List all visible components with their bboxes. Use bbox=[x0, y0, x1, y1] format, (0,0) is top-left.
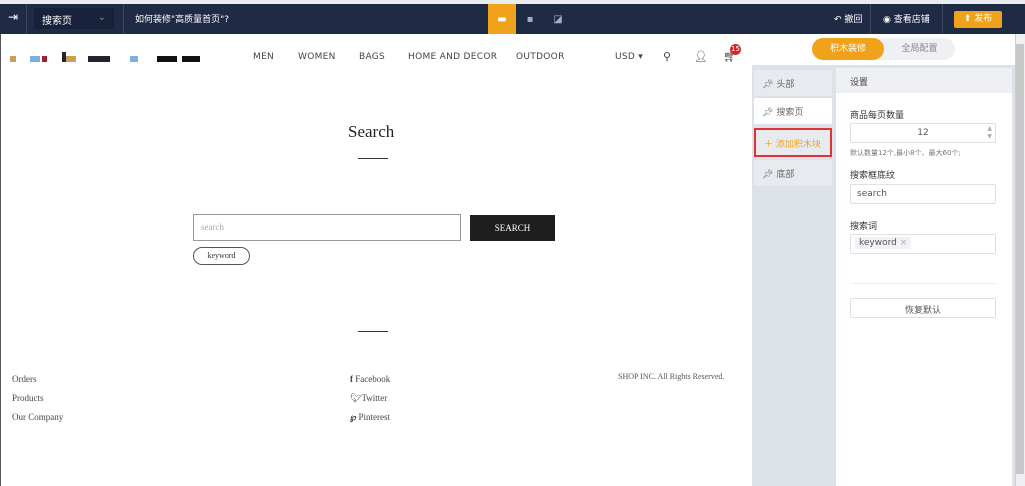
sidebar-item-header[interactable]: 📌︎ 头部 bbox=[754, 70, 832, 96]
undo-icon: ↶ bbox=[834, 15, 842, 25]
placeholder-input[interactable]: search bbox=[850, 184, 996, 204]
tablet-view-icon[interactable]: ▪ bbox=[516, 4, 544, 34]
search-button[interactable]: SEARCH bbox=[470, 215, 555, 241]
pin-icon: 📌︎ bbox=[762, 108, 774, 118]
per-page-value: 12 bbox=[917, 128, 929, 138]
footer-link-company[interactable]: Our Company bbox=[12, 412, 63, 422]
view-store-label: 查看店铺 bbox=[893, 15, 930, 25]
sidebar-label: 添加积木块 bbox=[775, 140, 821, 150]
twitter-label: Twitter bbox=[361, 393, 388, 403]
keywords-input[interactable]: keyword × bbox=[850, 234, 996, 254]
fullscreen-icon[interactable]: ◪ bbox=[544, 4, 572, 34]
divider bbox=[358, 158, 388, 159]
footer-link-orders[interactable]: Orders bbox=[12, 374, 37, 384]
keyword-chip: keyword × bbox=[855, 237, 912, 249]
publish-label: 发布 bbox=[974, 14, 993, 24]
facebook-label: Facebook bbox=[355, 374, 391, 384]
plus-icon: ＋ bbox=[764, 140, 774, 150]
pin-icon: 📌︎ bbox=[762, 170, 774, 180]
sidebar-label: 搜索页 bbox=[776, 108, 804, 118]
currency-value: USD bbox=[615, 52, 636, 62]
pinterest-label: Pinterest bbox=[358, 412, 391, 422]
twitter-icon: 🐦︎ bbox=[350, 393, 362, 403]
view-store-button[interactable]: ◉ 查看店铺 bbox=[883, 12, 930, 25]
per-page-hint: 默认数量12个,最小8个、最大60个; bbox=[850, 149, 961, 157]
placeholder-label: 搜索框底纹 bbox=[850, 171, 896, 181]
pinterest-icon: ℘ bbox=[350, 412, 357, 422]
page-select-value: 搜索页 bbox=[42, 16, 72, 27]
eye-icon: ◉ bbox=[883, 15, 891, 25]
upload-icon: ⬆ bbox=[963, 14, 972, 24]
keywords-label: 搜索词 bbox=[850, 222, 878, 232]
add-block-button[interactable]: ＋ 添加积木块 bbox=[754, 128, 832, 157]
copyright: SHOP INC. All Rights Reserved. bbox=[618, 372, 725, 381]
twitter-link[interactable]: 🐦︎Twitter bbox=[350, 393, 387, 404]
help-link[interactable]: 如何装修"高质量首页"? bbox=[135, 12, 229, 25]
pin-icon: 📌︎ bbox=[762, 80, 774, 90]
cart-count-badge: 15 bbox=[730, 44, 741, 55]
per-page-stepper[interactable]: 12 ▲ ▼ bbox=[850, 123, 996, 143]
keyword-tag[interactable]: keyword bbox=[193, 247, 250, 265]
facebook-icon: f bbox=[350, 374, 353, 384]
keyword-chip-label: keyword bbox=[859, 238, 897, 248]
scrollbar-thumb[interactable] bbox=[1016, 44, 1024, 474]
nav-home-decor[interactable]: HOME AND DECOR bbox=[408, 52, 497, 62]
divider bbox=[358, 331, 388, 332]
tab-blocks[interactable]: 积木装修 bbox=[812, 38, 884, 60]
nav-women[interactable]: WOMEN bbox=[298, 52, 336, 62]
stepper-arrows-icon[interactable]: ▲ ▼ bbox=[987, 125, 992, 141]
settings-title: 设置 bbox=[836, 68, 1012, 93]
nav-men[interactable]: MEN bbox=[253, 52, 274, 62]
undo-label: 撤回 bbox=[844, 15, 863, 25]
close-icon[interactable]: × bbox=[900, 238, 908, 248]
nav-bags[interactable]: BAGS bbox=[359, 52, 385, 62]
pinterest-link[interactable]: ℘ Pinterest bbox=[350, 412, 390, 423]
sidebar-label: 底部 bbox=[776, 170, 795, 180]
desktop-view-icon[interactable]: ▬ bbox=[488, 4, 516, 34]
sidebar-label: 头部 bbox=[776, 80, 795, 90]
chevron-down-icon: ⌄ bbox=[97, 12, 106, 23]
sidebar-item-footer[interactable]: 📌︎ 底部 bbox=[754, 160, 832, 186]
per-page-label: 商品每页数量 bbox=[850, 111, 905, 121]
currency-select[interactable]: USD ▾ bbox=[615, 52, 643, 62]
undo-button[interactable]: ↶ 撤回 bbox=[834, 12, 862, 25]
exit-icon[interactable]: ⇥ bbox=[8, 10, 18, 24]
page-select[interactable]: 搜索页 ⌄ bbox=[34, 8, 114, 29]
divider bbox=[850, 283, 996, 284]
user-icon[interactable]: 👤︎ bbox=[694, 50, 708, 63]
publish-button[interactable]: ⬆ 发布 bbox=[954, 11, 1002, 28]
footer-link-products[interactable]: Products bbox=[12, 393, 44, 403]
reset-button[interactable]: 恢复默认 bbox=[850, 298, 996, 318]
facebook-link[interactable]: f Facebook bbox=[350, 374, 390, 384]
page-title: Search bbox=[348, 122, 395, 141]
search-input[interactable]: search bbox=[193, 214, 461, 241]
search-icon[interactable]: ⚲ bbox=[663, 50, 671, 63]
nav-outdoor[interactable]: OUTDOOR bbox=[516, 52, 565, 62]
tab-global[interactable]: 全局配置 bbox=[884, 38, 955, 60]
sidebar-item-search-page[interactable]: 📌︎ 搜索页 bbox=[754, 98, 832, 124]
top-toolbar: ⇥ 搜索页 ⌄ 如何装修"高质量首页"? ▬ ▪ ◪ ↶ 撤回 ◉ 查看店铺 ⬆ … bbox=[0, 0, 1025, 34]
